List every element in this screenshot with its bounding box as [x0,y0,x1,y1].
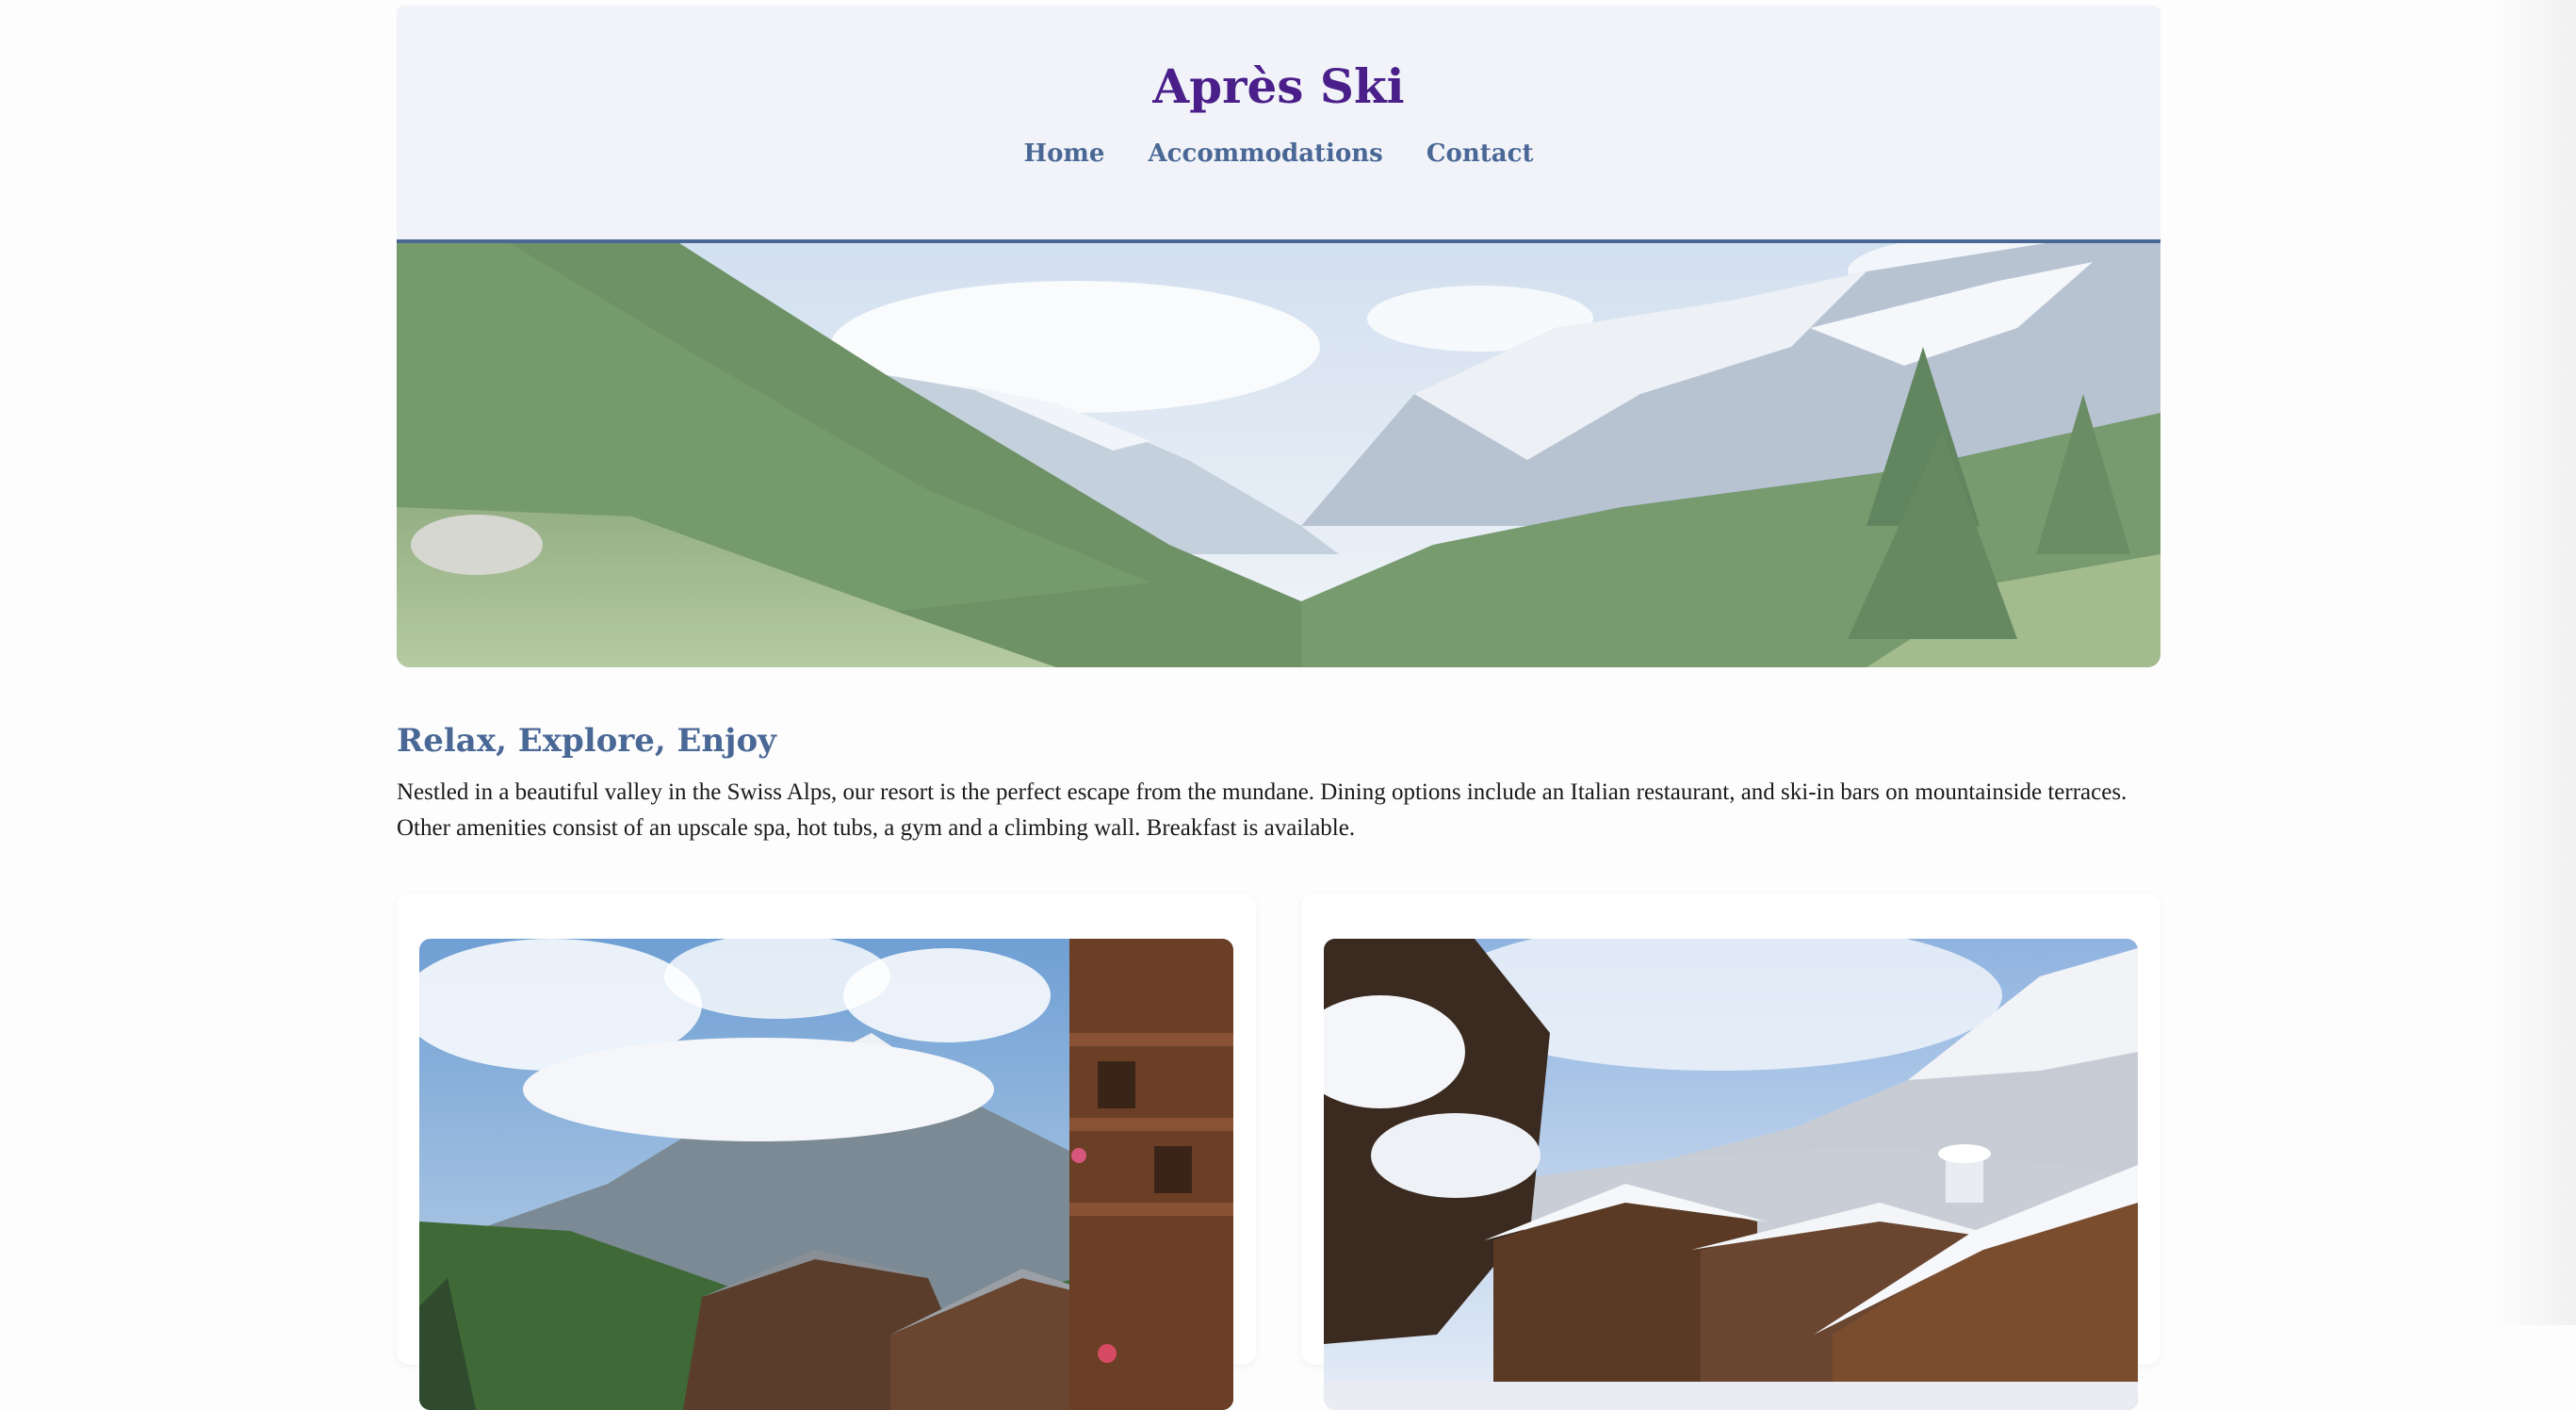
card-image-winter-village [1324,939,2138,1410]
page-container: Après Ski Home Accommodations Contact Re… [397,0,2160,1410]
site-title: Après Ski [1152,58,1405,114]
intro-paragraph: Nestled in a beautiful valley in the Swi… [397,779,2128,841]
site-header: Après Ski Home Accommodations Contact [397,6,2160,243]
card-summer-village [397,894,1256,1410]
page-edge-shadow [2491,0,2576,1325]
card-image-summer-village [419,939,1233,1410]
section-heading: Relax, Explore, Enjoy [397,722,776,760]
card-grid [397,894,2160,1410]
nav-link-accommodations[interactable]: Accommodations [1148,139,1382,168]
nav-link-home[interactable]: Home [1024,139,1105,168]
main-nav: Home Accommodations Contact [397,139,2160,168]
hero-image [397,243,2160,667]
nav-link-contact[interactable]: Contact [1427,139,1534,168]
card-winter-village [1301,894,2160,1410]
